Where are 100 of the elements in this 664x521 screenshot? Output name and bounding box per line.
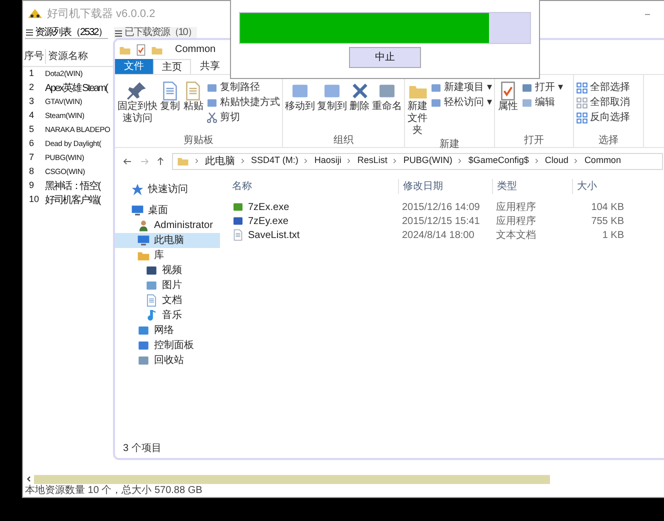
text-file-icon [232, 229, 244, 241]
file-name[interactable]: 7zEx.exe [248, 200, 290, 214]
nav-item[interactable]: 视频 [115, 263, 220, 278]
address-bar[interactable]: 此电脑 SSD4T (M:) Haosiji ResList PUBG(WIN) $GameConfig$ Cloud Common [172, 152, 663, 170]
computer-icon [137, 234, 150, 247]
nav-item[interactable]: Administrator [115, 218, 220, 233]
group-label: 选择 [598, 134, 620, 147]
scissors-icon [206, 112, 218, 124]
ribbon-button[interactable]: 属性 [497, 81, 519, 133]
table-cell-text: 8 [28, 165, 36, 178]
ribbon-button[interactable]: 复制路径 [206, 81, 280, 94]
breadcrumb-item[interactable]: 此电脑 [205, 154, 235, 168]
table-cell-text: 3 [28, 95, 36, 108]
table-cell-text: 黑神话：悟空( [45, 180, 100, 194]
scroll-left-icon[interactable] [26, 476, 31, 482]
properties-icon [498, 81, 518, 101]
stop-button[interactable]: 中止 [349, 47, 421, 68]
music-note-icon [145, 309, 158, 322]
ribbon-button[interactable]: 粘贴快捷方式 [206, 96, 280, 109]
column-header: 类型 [492, 179, 572, 194]
ribbon-button[interactable]: 编辑 [521, 96, 563, 109]
table-cell-text: 7 [28, 151, 36, 164]
tab[interactable]: 已下载资源（10） [114, 27, 198, 39]
invert-selection-icon [576, 112, 588, 124]
nav-item[interactable]: 库 [115, 248, 220, 263]
chevron-right-icon [304, 158, 308, 164]
table-cell-text: 2 [28, 81, 36, 94]
delete-icon [350, 81, 370, 101]
ribbon-button[interactable]: 打开 ▾ [521, 81, 563, 94]
chevron-right-icon [458, 158, 462, 164]
table-cell-text: 5 [28, 123, 36, 136]
ribbon-button[interactable]: 全部选择 [576, 81, 630, 94]
ribbon-button[interactable]: 固定到快速访问 [117, 81, 158, 133]
breadcrumb-item[interactable]: PUBG(WIN) [403, 154, 452, 168]
up-arrow-icon[interactable] [157, 156, 164, 166]
column-header: 资源名称 [45, 49, 88, 64]
chevron-right-icon [534, 158, 539, 164]
ribbon-button[interactable]: 新建文件夹 [407, 81, 428, 137]
ribbon-button[interactable]: 复制 [160, 81, 181, 133]
ribbon-button[interactable]: 剪切 [206, 111, 280, 124]
back-arrow-icon[interactable] [123, 158, 132, 164]
nav-item[interactable]: 文档 [115, 293, 220, 308]
desktop-icon [131, 204, 144, 217]
breadcrumb-item[interactable]: SSD4T (M:) [251, 154, 298, 168]
file-type: 应用程序 [495, 200, 537, 214]
breadcrumb-item[interactable]: Haosiji [314, 154, 342, 168]
ribbon-button[interactable]: 全部取消 [576, 96, 630, 109]
scrollbar-thumb[interactable] [34, 474, 550, 484]
table-cell-text: 9 [28, 179, 36, 192]
nav-item[interactable]: 快速访问 [115, 182, 220, 197]
ribbon-button[interactable]: 新建项目 ▾ [430, 81, 492, 94]
ribbon-button[interactable]: 粘贴 [182, 81, 204, 133]
ribbon-tab[interactable]: 主页 [153, 59, 191, 74]
properties-icon [135, 44, 147, 56]
column-header: 修改日期 [398, 179, 492, 194]
chevron-right-icon [195, 158, 199, 164]
ribbon-button[interactable]: 移动到 [285, 81, 316, 133]
file-date: 2015/12/15 15:41 [401, 214, 481, 228]
nav-item[interactable]: 网络 [115, 323, 220, 338]
select-all-icon [576, 82, 588, 94]
pin-icon [127, 81, 148, 101]
nav-item[interactable]: 图片 [115, 278, 220, 293]
file-date: 2024/8/14 18:00 [401, 228, 476, 242]
file-size: 755 KB [590, 214, 624, 228]
window-title: 好司机下载器 v6.0.0.2 [47, 6, 156, 22]
file-name[interactable]: 7zEy.exe [248, 214, 288, 228]
file-name[interactable]: SaveList.txt [248, 228, 300, 242]
breadcrumb-item[interactable]: Common [584, 154, 621, 168]
ribbon-tab[interactable]: 文件 [115, 59, 153, 74]
ribbon-button[interactable]: 复制到 [317, 81, 348, 133]
tab[interactable]: 资源列表（2532） [25, 27, 108, 39]
nav-item[interactable]: 音乐 [115, 308, 220, 323]
nav-item[interactable]: 此电脑 [115, 233, 220, 248]
ribbon-button[interactable]: 反向选择 [576, 111, 630, 124]
ribbon-button[interactable]: 轻松访问 ▾ [430, 96, 492, 109]
breadcrumb-item[interactable]: ResList [357, 154, 388, 168]
table-cell-text: Apex英雄 Steam( [45, 82, 108, 96]
table-cell-text: 4 [28, 109, 36, 122]
ribbon-button[interactable]: 重命名 [372, 81, 402, 133]
status-text: 本地资源数量 10 个，总大小 570.88 GB [24, 484, 202, 498]
column-header: 名称 [231, 180, 253, 194]
select-none-icon [576, 96, 588, 108]
group-label: 打开 [523, 134, 545, 147]
nav-item[interactable]: 回收站 [115, 353, 220, 368]
logo-icon [27, 8, 43, 20]
file-type: 应用程序 [495, 214, 537, 228]
nav-item[interactable]: 桌面 [115, 203, 220, 218]
list-icon [115, 30, 122, 36]
ribbon-tab[interactable]: 共享 [191, 59, 229, 74]
table-cell-text: 6 [28, 137, 36, 150]
group-label: 新建 [438, 138, 460, 151]
folder-icon [177, 155, 189, 167]
nav-item[interactable]: 控制面板 [115, 338, 220, 353]
file-date: 2015/12/16 14:09 [401, 200, 481, 214]
group-label: 组织 [332, 134, 354, 147]
breadcrumb-item[interactable]: $GameConfig$ [468, 154, 529, 168]
chevron-right-icon [574, 158, 578, 164]
breadcrumb-item[interactable]: Cloud [544, 154, 568, 168]
chevron-right-icon [347, 158, 352, 164]
ribbon-button[interactable]: 删除 [349, 81, 370, 133]
